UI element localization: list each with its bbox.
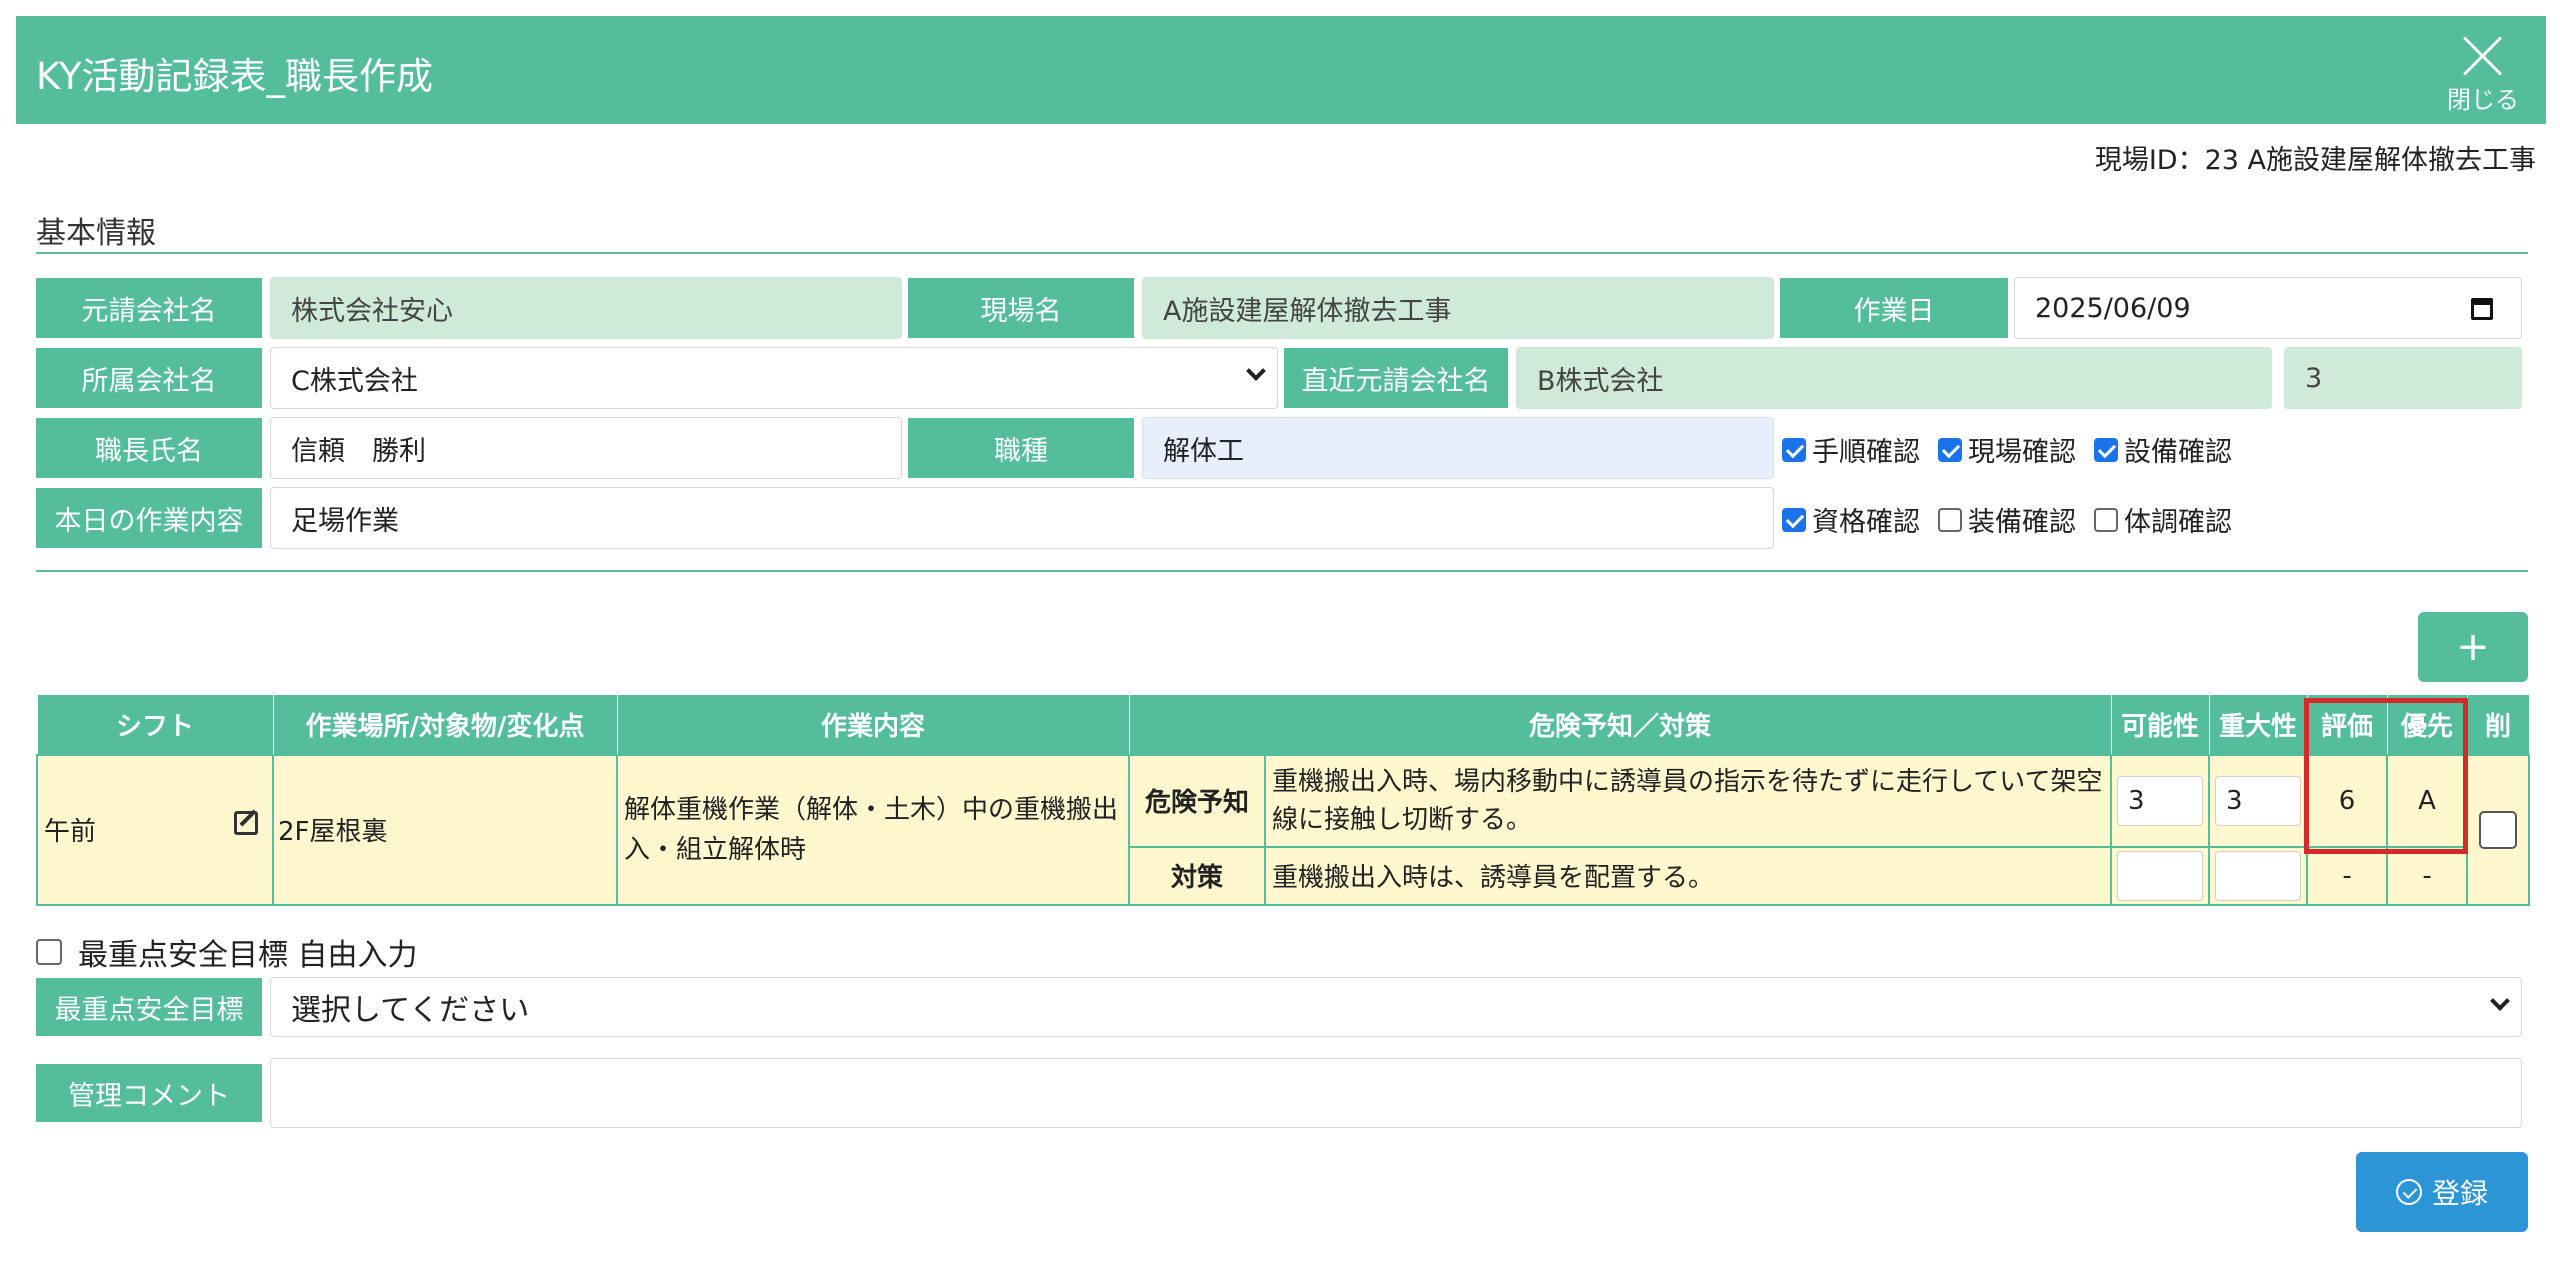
safety-goal-value: 選択してください: [291, 993, 530, 1028]
check-equipment[interactable]: 設備確認: [2094, 430, 2232, 469]
shift-cell: 午前: [36, 753, 274, 906]
company-select[interactable]: C株式会社: [270, 347, 1278, 409]
check-qualification[interactable]: 資格確認: [1782, 500, 1920, 539]
comment-input[interactable]: [270, 1058, 2522, 1128]
edit-icon[interactable]: [234, 811, 258, 835]
ky-table: シフト 作業場所/対象物/変化点 作業内容 危険予知／対策 可能性 重大性 評価…: [36, 694, 2531, 906]
check-group-1: 手順確認 現場確認 設備確認: [1782, 430, 2250, 469]
measure-text: 重機搬出入時は、誘導員を配置する。: [1263, 845, 2113, 906]
col-shift: シフト: [36, 694, 274, 755]
possibility-cell: 3: [2110, 753, 2211, 848]
safety-goal-label: 最重点安全目標: [36, 978, 262, 1036]
chevron-down-icon: [2490, 991, 2510, 1011]
measure-possibility-input[interactable]: [2117, 850, 2204, 901]
work-cell: 解体重機作業（解体・土木）中の重機搬出入・組立解体時: [616, 753, 1130, 906]
work-date-input[interactable]: 2025/06/09: [2014, 277, 2522, 339]
measure-possibility-cell: [2110, 845, 2211, 906]
close-label: 閉じる: [2447, 86, 2519, 114]
chevron-down-icon: [1246, 361, 1266, 381]
divider: [36, 570, 2528, 572]
trade-input[interactable]: 解体工: [1142, 417, 1774, 479]
divider: [36, 252, 2528, 254]
safety-goal-select[interactable]: 選択してください: [270, 977, 2522, 1037]
measure-priority-cell: -: [2386, 845, 2469, 906]
foreman-label: 職長氏名: [36, 418, 262, 478]
free-input-label: 最重点安全目標 自由入力: [78, 938, 418, 973]
site-name-field: A施設建屋解体撤去工事: [1142, 277, 1774, 339]
check-label: 体調確認: [2124, 507, 2232, 538]
col-place: 作業場所/対象物/変化点: [272, 694, 618, 755]
check-health[interactable]: 体調確認: [2094, 500, 2232, 539]
col-priority: 優先: [2386, 694, 2468, 755]
measure-label: 対策: [1128, 845, 1266, 906]
company-label: 所属会社名: [36, 348, 262, 408]
checkbox-icon[interactable]: [2094, 437, 2118, 462]
check-circle-icon: [2395, 1179, 2422, 1205]
free-input-toggle[interactable]: 最重点安全目標 自由入力: [36, 930, 418, 974]
col-delete: 削: [2466, 694, 2530, 755]
check-procedure[interactable]: 手順確認: [1782, 430, 1920, 469]
app-header: KY活動記録表_職長作成 閉じる: [16, 16, 2546, 124]
check-label: 現場確認: [1968, 437, 2076, 468]
trade-label: 職種: [908, 418, 1134, 478]
delete-cell: [2466, 753, 2531, 906]
measure-severity-input[interactable]: [2215, 850, 2302, 901]
check-label: 装備確認: [1968, 507, 2076, 538]
work-content-input[interactable]: 足場作業: [270, 487, 1774, 549]
check-label: 設備確認: [2124, 437, 2232, 468]
checkbox-icon[interactable]: [1938, 507, 1962, 532]
calendar-icon[interactable]: [2471, 298, 2493, 320]
col-work: 作業内容: [616, 694, 1130, 755]
col-danger: 危険予知／対策: [1128, 694, 2112, 755]
shift-value: 午前: [44, 817, 97, 847]
section-title-basic-info: 基本情報: [36, 216, 156, 251]
severity-cell: 3: [2208, 753, 2309, 848]
site-name-label: 現場名: [908, 278, 1134, 338]
col-evaluation: 評価: [2306, 694, 2388, 755]
delete-checkbox[interactable]: [2479, 810, 2518, 849]
possibility-input[interactable]: 3: [2117, 775, 2204, 826]
page-title: KY活動記録表_職長作成: [36, 55, 434, 98]
direct-contractor-tier: 3: [2284, 347, 2522, 409]
table-header-row: シフト 作業場所/対象物/変化点 作業内容 危険予知／対策 可能性 重大性 評価…: [36, 694, 2530, 755]
checkbox-icon[interactable]: [2094, 507, 2118, 532]
evaluation-cell: 6: [2306, 753, 2389, 848]
check-label: 資格確認: [1812, 507, 1920, 538]
check-group-2: 資格確認 装備確認 体調確認: [1782, 500, 2250, 539]
place-cell: 2F屋根裏: [272, 753, 618, 906]
close-icon: [2461, 34, 2505, 78]
danger-text: 重機搬出入時、場内移動中に誘導員の指示を待たずに走行していて架空線に接触し切断す…: [1263, 753, 2113, 848]
table-row: 午前 2F屋根裏 解体重機作業（解体・土木）中の重機搬出入・組立解体時 危険予知…: [36, 753, 2531, 906]
direct-contractor-field: B株式会社: [1516, 347, 2272, 409]
site-id: 現場ID：23 A施設建屋解体撤去工事: [2094, 145, 2536, 176]
foreman-input[interactable]: 信頼 勝利: [270, 417, 902, 479]
checkbox-icon[interactable]: [1782, 507, 1806, 532]
col-severity: 重大性: [2208, 694, 2308, 755]
check-label: 手順確認: [1812, 437, 1920, 468]
direct-contractor-label: 直近元請会社名: [1284, 348, 1508, 408]
checkbox-icon[interactable]: [1782, 437, 1806, 462]
checkbox-icon[interactable]: [36, 939, 62, 965]
measure-severity-cell: [2208, 845, 2309, 906]
work-date-label: 作業日: [1780, 278, 2008, 338]
check-gear[interactable]: 装備確認: [1938, 500, 2076, 539]
check-site[interactable]: 現場確認: [1938, 430, 2076, 469]
work-date-value: 2025/06/09: [2035, 292, 2191, 324]
priority-cell: A: [2386, 753, 2469, 848]
register-button[interactable]: 登録: [2356, 1152, 2528, 1232]
add-row-button[interactable]: +: [2418, 612, 2528, 682]
danger-label: 危険予知: [1128, 753, 1266, 848]
register-label: 登録: [2431, 1177, 2488, 1210]
prime-contractor-field: 株式会社安心: [270, 277, 902, 339]
work-content-label: 本日の作業内容: [36, 488, 262, 548]
checkbox-icon[interactable]: [1938, 437, 1962, 462]
company-select-value: C株式会社: [291, 365, 418, 397]
comment-label: 管理コメント: [36, 1064, 262, 1122]
measure-evaluation-cell: -: [2306, 845, 2389, 906]
col-possibility: 可能性: [2110, 694, 2210, 755]
severity-input[interactable]: 3: [2215, 775, 2302, 826]
prime-contractor-label: 元請会社名: [36, 278, 262, 338]
close-button[interactable]: 閉じる: [2438, 26, 2528, 116]
